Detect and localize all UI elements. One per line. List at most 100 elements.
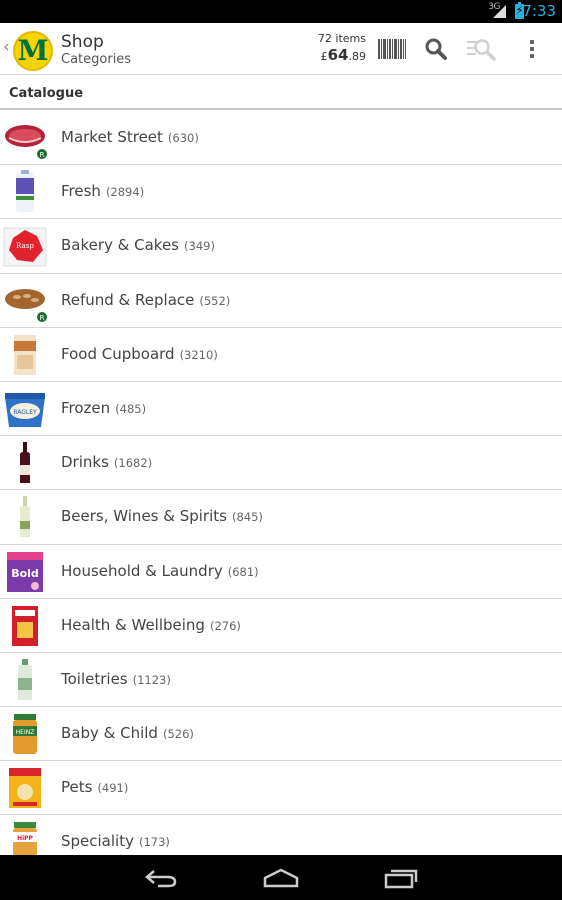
category-name: Market Street [61, 128, 163, 146]
category-row-market-street[interactable]: R Market Street (630) [0, 111, 562, 166]
cake-box-thumbnail: Rasp [3, 227, 47, 267]
basket-total: £64.89 [310, 46, 366, 66]
category-label: Pets (491) [61, 778, 128, 796]
category-count: (3210) [179, 347, 218, 362]
category-row-pets[interactable]: Pets (491) [0, 761, 562, 816]
status-time: 7:33 [522, 2, 556, 20]
category-count: (552) [199, 293, 231, 308]
barcode-icon [378, 39, 406, 59]
category-name: Toiletries [61, 669, 128, 688]
category-label: Food Cupboard (3210) [61, 345, 218, 363]
action-bar: ‹ M Shop Categories 72 items £64.89 [0, 23, 562, 75]
cereal-box-thumbnail [14, 334, 36, 375]
navigation-bar [0, 855, 562, 900]
category-row-household-laundry[interactable]: Bold Household & Laundry (681) [0, 545, 562, 599]
svg-text:R: R [40, 151, 45, 159]
category-label: Baby & Child (526) [61, 724, 194, 742]
category-name: Frozen [61, 398, 111, 417]
category-name: Food Cupboard [61, 344, 175, 363]
category-name: Fresh [61, 182, 101, 201]
category-count: (845) [231, 510, 263, 525]
category-label: Toiletries (1123) [61, 670, 171, 688]
category-label: Refund & Replace (552) [61, 291, 230, 309]
category-count: (2894) [105, 185, 145, 200]
category-name: Drinks [61, 453, 109, 472]
category-label: Drinks (1682) [61, 453, 152, 471]
category-count: (526) [162, 727, 194, 742]
page-title: Shop [61, 32, 104, 52]
category-count: (1682) [113, 456, 153, 471]
home-icon [263, 868, 299, 887]
svg-text:HiPP: HiPP [17, 835, 33, 842]
overflow-menu-button[interactable] [516, 23, 548, 75]
detergent-box-thumbnail: Bold [7, 551, 43, 592]
nav-recents-button[interactable] [371, 855, 431, 900]
category-name: Household & Laundry [61, 561, 223, 580]
header-titles: Shop Categories [61, 32, 131, 68]
currency-symbol: £ [320, 50, 328, 63]
basket-item-count: 72 items [317, 32, 366, 45]
category-label: Market Street (630) [61, 128, 199, 146]
category-row-fresh[interactable]: Fresh (2894) [0, 165, 562, 220]
back-icon [145, 869, 177, 887]
pet-food-box-thumbnail [9, 768, 41, 809]
basket-pence: .89 [348, 50, 367, 63]
category-label: Frozen (485) [61, 399, 146, 417]
category-row-drinks[interactable]: Drinks (1682) [0, 436, 562, 491]
category-count: (276) [209, 618, 241, 633]
category-name: Beers, Wines & Spirits [61, 507, 227, 526]
basket-summary[interactable]: 72 items £64.89 [310, 32, 366, 66]
chevron-left-icon[interactable]: ‹ [3, 37, 10, 57]
status-bar: 3G ⚡ 7:33 [0, 0, 562, 23]
svg-text:R: R [40, 314, 45, 322]
category-row-food-cupboard[interactable]: Food Cupboard (3210) [0, 328, 562, 382]
red-wine-bottle-thumbnail [20, 442, 30, 484]
overflow-menu-icon [530, 37, 534, 61]
category-count: (681) [227, 564, 259, 579]
category-list: R Market Street (630) Fresh (2894) Rasp Ba… [0, 111, 562, 870]
category-row-frozen[interactable]: RAGLEY Frozen (485) [0, 382, 562, 437]
medicine-box-thumbnail [12, 605, 38, 646]
category-name: Refund & Replace [61, 290, 195, 309]
ice-cream-tub-thumbnail: RAGLEY [5, 392, 45, 427]
search-filter-icon [467, 39, 496, 61]
section-header: Catalogue [0, 76, 562, 110]
category-row-beers-wines-spirits[interactable]: Beers, Wines & Spirits (845) [0, 490, 562, 545]
search-button[interactable] [418, 23, 454, 75]
section-title: Catalogue [9, 86, 84, 101]
baby-food-jar-thumbnail: HEINZ [13, 714, 37, 755]
signal-icon [493, 5, 506, 18]
category-name: Bakery & Cakes [61, 236, 180, 255]
basket-pounds: 64 [327, 46, 349, 64]
search-filter-button[interactable] [462, 23, 502, 75]
barcode-button[interactable] [374, 23, 410, 75]
svg-text:HEINZ: HEINZ [16, 729, 35, 736]
svg-text:Rasp: Rasp [16, 242, 34, 250]
lotion-bottle-thumbnail [18, 658, 32, 700]
nav-back-button[interactable] [131, 855, 191, 900]
search-icon [425, 38, 447, 60]
category-label: Fresh (2894) [61, 182, 144, 200]
white-wine-bottle-thumbnail [20, 496, 30, 538]
page-subtitle: Categories [61, 52, 132, 67]
category-row-bakery-cakes[interactable]: Rasp Bakery & Cakes (349) [0, 219, 562, 274]
category-count: (485) [115, 401, 147, 416]
category-name: Health & Wellbeing [61, 615, 205, 634]
category-label: Household & Laundry (681) [61, 562, 259, 580]
category-count: (349) [184, 239, 215, 254]
category-row-toiletries[interactable]: Toiletries (1123) [0, 653, 562, 708]
svg-text:Bold: Bold [11, 567, 39, 580]
svg-text:RAGLEY: RAGLEY [13, 409, 37, 416]
milk-thumbnail [16, 170, 34, 213]
app-logo[interactable]: M [13, 31, 53, 71]
bread-thumbnail: R [5, 288, 47, 322]
nav-home-button[interactable] [251, 855, 311, 900]
category-name: Speciality [61, 832, 134, 851]
category-row-health-wellbeing[interactable]: Health & Wellbeing (276) [0, 599, 562, 653]
category-label: Beers, Wines & Spirits (845) [61, 507, 263, 525]
category-name: Pets [61, 778, 93, 797]
category-count: (491) [97, 781, 129, 796]
category-row-baby-child[interactable]: HEINZ Baby & Child (526) [0, 707, 562, 762]
category-row-refund-replace[interactable]: R Refund & Replace (552) [0, 274, 562, 328]
category-name: Baby & Child [61, 724, 158, 743]
